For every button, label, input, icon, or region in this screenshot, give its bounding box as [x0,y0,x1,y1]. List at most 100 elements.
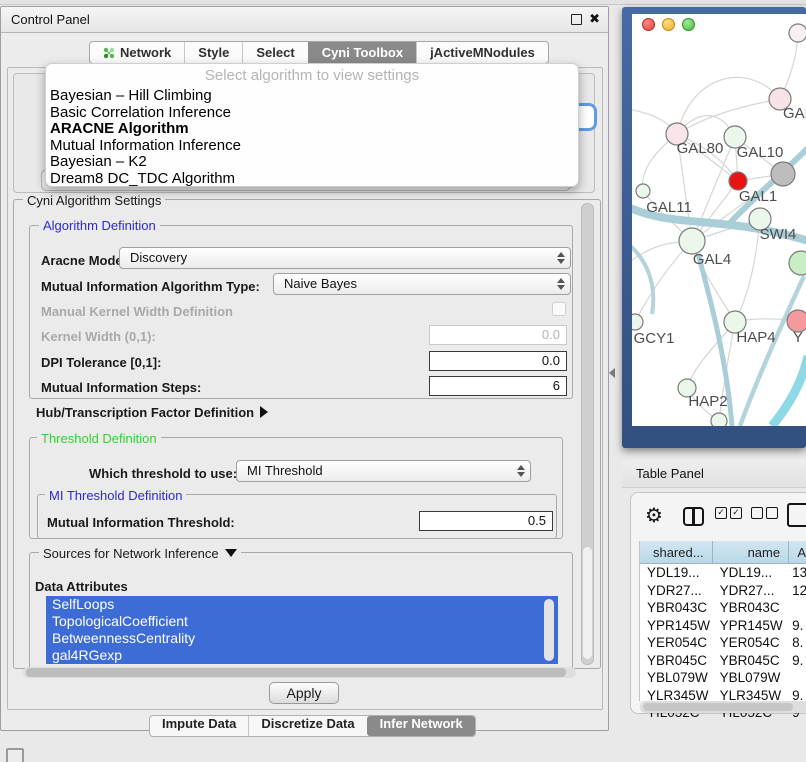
bottom-tab-discretize-data[interactable]: Discretize Data [248,716,366,736]
settings-horizontal-scrollbar-thumb[interactable] [26,668,566,677]
table-cell: 8. [789,634,806,652]
algorithm-option-aracne-algorithm[interactable]: ARACNE Algorithm [46,121,578,138]
data-attributes-label: Data Attributes [35,579,128,594]
data-attributes-list[interactable]: SelfLoopsTopologicalCoefficientBetweenne… [46,596,558,664]
table-horizontal-scrollbar[interactable] [640,701,806,713]
tab-cyni-toolbox[interactable]: Cyni Toolbox [308,42,416,63]
attributes-scrollbar-thumb[interactable] [544,599,554,661]
table-cell: YDL19... [713,564,790,582]
settings-vertical-scrollbar-thumb[interactable] [583,547,592,659]
table-cell: 9. [789,617,806,635]
which-threshold-combo[interactable]: MI Threshold [236,460,531,482]
algorithm-option-bayesian-k2[interactable]: Bayesian – K2 [46,154,578,171]
network-node-gal11[interactable] [636,184,650,198]
columns-icon[interactable] [683,507,704,526]
table-cell: YDL19... [640,564,713,582]
manual-kernel-checkbox[interactable] [552,302,566,316]
network-node[interactable] [789,251,806,275]
float-panel-icon[interactable] [571,14,582,25]
mi-steps-field[interactable]: 6 [429,376,567,396]
network-node-gcy1[interactable] [632,314,643,330]
table-cell [789,599,806,617]
column-header-name[interactable]: name [713,541,790,564]
attribute-item-gal4rgexp[interactable]: gal4RGexp [46,647,558,664]
table-cell: YPR145W [713,617,790,635]
gear-icon[interactable]: ⚙ [645,503,663,527]
tab-jactivemnodules[interactable]: jActiveMNodules [416,42,548,63]
hub-section-toggle[interactable]: Hub/Transcription Factor Definition [36,405,268,420]
combo-spinner-icon [516,464,525,478]
split-collapse-handle[interactable] [609,368,615,378]
checked-checkbox-icon[interactable]: ✓ [730,507,742,519]
algorithm-dropdown-prompt: Select algorithm to view settings [46,64,578,88]
unchecked-checkbox-icon[interactable] [766,507,778,519]
aracne-mode-combo[interactable]: Discovery [119,247,571,269]
unchecked-checkbox-icon[interactable] [751,507,763,519]
apply-button[interactable]: Apply [269,682,339,704]
cyni-algorithm-settings-title: Cyni Algorithm Settings [23,193,165,208]
table-cell: YBR043C [640,599,713,617]
which-threshold-label: Which threshold to use: [89,466,237,481]
network-thick-edges [632,144,806,426]
table-row[interactable]: YBR045CYBR045C9. [640,652,806,670]
table-cell: YBR045C [640,652,713,670]
tab-style[interactable]: Style [184,42,242,63]
column-header-a[interactable]: A [789,541,806,564]
table-cell: YER054C [713,634,790,652]
algorithm-dropdown-popup: Select algorithm to view settings Bayesi… [45,63,579,187]
network-node[interactable] [789,24,806,42]
column-header-shared[interactable]: shared... [640,541,713,564]
tab-network[interactable]: Network [90,42,184,63]
mi-threshold-definition-title: MI Threshold Definition [45,488,186,503]
network-window: GALGAL80GAL10GAL1GAL11SWI4GAL4GCY1HAP4YH… [622,7,806,448]
node-label-gal1: GAL1 [739,188,777,205]
expand-arrow-icon [225,549,237,557]
attribute-item-betweennesscentrality[interactable]: BetweennessCentrality [46,630,558,647]
node-label-swi4: SWI4 [760,226,797,243]
attribute-item-topologicalcoefficient[interactable]: TopologicalCoefficient [46,613,558,630]
threshold-definition-title: Threshold Definition [37,431,161,446]
tab-label: Cyni Toolbox [322,45,403,60]
tab-label: Select [256,45,294,60]
combo-spinner-icon [556,277,565,291]
settings-horizontal-scrollbar[interactable] [23,667,576,678]
table-row[interactable]: YER054CYER054C8. [640,634,806,652]
sources-toggle[interactable]: Sources for Network Inference [39,546,241,561]
table-row[interactable]: YBR043CYBR043C [640,599,806,617]
attribute-item-selfloops[interactable]: SelfLoops [46,596,558,613]
algorithm-option-mutual-information-inference[interactable]: Mutual Information Inference [46,138,578,155]
network-node[interactable] [771,162,795,186]
table-panel-headerbar: Table Panel [622,460,806,488]
mi-threshold-field[interactable]: 0.5 [419,511,553,531]
node-table: shared...nameA YDL19...YDL19...13YDR27..… [639,541,806,701]
table-horizontal-scrollbar-thumb[interactable] [643,703,793,711]
kernel-width-field[interactable]: 0.0 [429,325,567,345]
bottom-tab-infer-network[interactable]: Infer Network [367,716,475,736]
mi-algorithm-type-combo[interactable]: Naive Bayes [273,273,571,295]
table-row[interactable]: YDL19...YDL19...13 [640,564,806,582]
table-cell [789,669,806,687]
dpi-tolerance-field[interactable]: 0.0 [429,351,567,371]
table-row[interactable]: YDR27...YDR27...12 [640,582,806,600]
tab-select[interactable]: Select [242,42,307,63]
table-cell: YDR27... [713,582,790,600]
algorithm-option-basic-correlation-inference[interactable]: Basic Correlation Inference [46,105,578,122]
algorithm-option-dream8-dc-tdc-algorithm[interactable]: Dream8 DC_TDC Algorithm [46,171,578,188]
minimized-panel-icon[interactable] [6,748,24,762]
close-panel-icon[interactable]: ✖ [589,10,600,29]
bottom-tab-impute-data[interactable]: Impute Data [150,716,248,736]
algorithm-option-bayesian-hill-climbing[interactable]: Bayesian – Hill Climbing [46,88,578,105]
combo-spinner-icon [556,251,565,265]
table-cell: YBL079W [713,669,790,687]
tab-label: Style [198,45,229,60]
network-canvas[interactable]: GALGAL80GAL10GAL1GAL11SWI4GAL4GCY1HAP4YH… [632,14,806,426]
table-row[interactable]: YBL079WYBL079W [640,669,806,687]
screen: Control Panel ✖ NetworkStyleSelectCyni T… [0,0,806,762]
table-row[interactable]: YPR145WYPR145W9. [640,617,806,635]
checked-checkbox-icon[interactable]: ✓ [715,507,727,519]
sources-title: Sources for Network Inference [43,546,219,561]
node-label-hap2: HAP2 [688,393,727,410]
file-icon[interactable] [787,503,806,527]
table-cell: 12 [789,582,806,600]
network-node[interactable] [711,413,727,426]
